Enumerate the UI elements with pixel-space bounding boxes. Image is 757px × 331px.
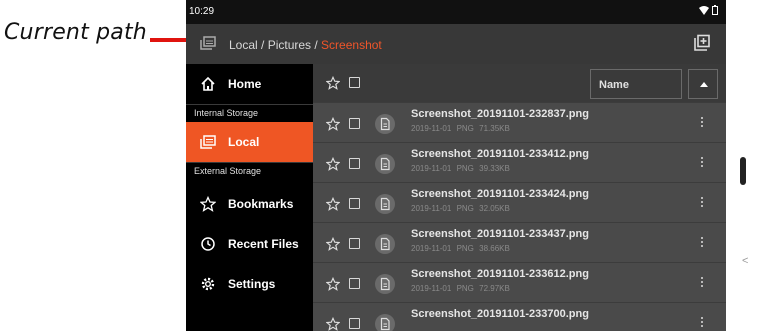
breadcrumb-parent[interactable]: Local / Pictures / xyxy=(229,38,321,52)
row-checkbox[interactable] xyxy=(349,198,360,209)
home-icon xyxy=(201,76,215,91)
file-size: 71.35KB xyxy=(479,124,510,133)
file-name: Screenshot_20191101-233437.png xyxy=(411,228,589,240)
more-vert-icon[interactable] xyxy=(696,157,708,171)
more-vert-icon[interactable] xyxy=(696,197,708,211)
row-checkbox[interactable] xyxy=(349,158,360,169)
file-type: PNG xyxy=(456,284,474,293)
document-icon xyxy=(375,274,395,294)
document-icon xyxy=(375,114,395,134)
clock-icon xyxy=(201,237,215,251)
file-size: 72.97KB xyxy=(479,284,510,293)
file-size: 39.33KB xyxy=(479,164,510,173)
sidebar: Home Internal Storage Local External Sto… xyxy=(186,64,313,331)
annotation-label: Current path xyxy=(4,20,147,45)
path-bar: Local / Pictures / Screenshot xyxy=(186,24,726,64)
star-icon[interactable] xyxy=(326,277,340,291)
row-checkbox[interactable] xyxy=(349,238,360,249)
star-icon[interactable] xyxy=(326,117,340,131)
file-meta: 2019-11-01 PNG 32.05KB xyxy=(411,204,510,213)
star-icon[interactable] xyxy=(326,157,340,171)
wifi-icon xyxy=(699,6,710,15)
annotation-pointer-line xyxy=(150,38,191,42)
star-icon[interactable] xyxy=(326,197,340,211)
status-time: 10:29 xyxy=(189,6,215,17)
tablet-screen: 10:29 Local / Pictures / Screenshot Home… xyxy=(186,0,726,331)
file-type: PNG xyxy=(456,204,474,213)
document-icon xyxy=(375,154,395,174)
file-list-panel: Name Screenshot_20191101-232837.png 2019-… xyxy=(313,64,726,331)
star-icon xyxy=(200,196,216,212)
file-row[interactable]: Screenshot_20191101-233437.png 2019-11-01… xyxy=(313,222,726,262)
more-vert-icon[interactable] xyxy=(696,117,708,131)
sidebar-item-label: Settings xyxy=(228,277,276,291)
file-name: Screenshot_20191101-232837.png xyxy=(411,108,589,120)
file-date: 2019-11-01 xyxy=(411,244,452,253)
row-checkbox[interactable] xyxy=(349,278,360,289)
file-row[interactable]: Screenshot_20191101-233412.png 2019-11-01… xyxy=(313,142,726,182)
sort-field-select[interactable]: Name xyxy=(590,69,682,99)
select-all-checkbox[interactable] xyxy=(349,77,360,88)
file-name: Screenshot_20191101-233700.png xyxy=(411,308,589,320)
gear-icon xyxy=(201,277,215,291)
file-meta: 2019-11-01 PNG 72.97KB xyxy=(411,284,510,293)
file-type: PNG xyxy=(456,124,474,133)
file-meta: 2019-11-01 PNG 39.33KB xyxy=(411,164,510,173)
more-vert-icon[interactable] xyxy=(696,317,708,331)
breadcrumb-current: Screenshot xyxy=(321,38,382,52)
file-name: Screenshot_20191101-233612.png xyxy=(411,268,589,280)
file-row[interactable]: Screenshot_20191101-233700.png xyxy=(313,302,726,331)
star-icon[interactable] xyxy=(326,237,340,251)
sort-direction-button[interactable] xyxy=(688,69,718,99)
file-date: 2019-11-01 xyxy=(411,204,452,213)
add-box-icon[interactable] xyxy=(693,34,711,52)
document-icon xyxy=(375,234,395,254)
sidebar-item-recent-files[interactable]: Recent Files xyxy=(186,224,313,264)
sidebar-item-bookmarks[interactable]: Bookmarks xyxy=(186,184,313,224)
star-icon[interactable] xyxy=(326,317,340,331)
file-date: 2019-11-01 xyxy=(411,164,452,173)
file-row[interactable]: Screenshot_20191101-233424.png 2019-11-01… xyxy=(313,182,726,222)
scroll-handle[interactable] xyxy=(740,157,746,185)
sidebar-item-label: Home xyxy=(228,77,262,91)
file-size: 38.66KB xyxy=(479,244,510,253)
file-meta: 2019-11-01 PNG 71.35KB xyxy=(411,124,510,133)
file-meta: 2019-11-01 PNG 38.66KB xyxy=(411,244,510,253)
sidebar-item-label: Recent Files xyxy=(228,237,299,251)
chevron-left-icon[interactable]: < xyxy=(742,255,748,267)
file-date: 2019-11-01 xyxy=(411,284,452,293)
file-name: Screenshot_20191101-233424.png xyxy=(411,188,589,200)
document-icon xyxy=(375,314,395,331)
more-vert-icon[interactable] xyxy=(696,237,708,251)
sidebar-item-label: Local xyxy=(228,135,260,149)
status-icons xyxy=(699,5,718,18)
section-internal-storage: Internal Storage xyxy=(186,104,313,122)
file-size: 32.05KB xyxy=(479,204,510,213)
file-date: 2019-11-01 xyxy=(411,124,452,133)
document-icon xyxy=(375,194,395,214)
row-checkbox[interactable] xyxy=(349,318,360,329)
section-external-storage: External Storage xyxy=(186,162,313,180)
triangle-up-icon xyxy=(700,82,708,87)
file-row[interactable]: Screenshot_20191101-233612.png 2019-11-01… xyxy=(313,262,726,302)
status-bar: 10:29 xyxy=(186,0,726,24)
folder-stack-icon xyxy=(200,36,216,50)
breadcrumb[interactable]: Local / Pictures / Screenshot xyxy=(229,38,382,52)
folder-stack-icon xyxy=(200,135,216,149)
list-toolbar: Name xyxy=(313,64,726,102)
star-icon[interactable] xyxy=(326,76,340,90)
more-vert-icon[interactable] xyxy=(696,277,708,291)
sidebar-item-local[interactable]: Local xyxy=(186,122,313,162)
sidebar-item-settings[interactable]: Settings xyxy=(186,264,313,304)
file-name: Screenshot_20191101-233412.png xyxy=(411,148,589,160)
sidebar-item-home[interactable]: Home xyxy=(186,64,313,104)
file-type: PNG xyxy=(456,164,474,173)
battery-icon xyxy=(712,5,718,15)
row-checkbox[interactable] xyxy=(349,118,360,129)
file-row[interactable]: Screenshot_20191101-232837.png 2019-11-01… xyxy=(313,102,726,142)
file-type: PNG xyxy=(456,244,474,253)
sidebar-item-label: Bookmarks xyxy=(228,197,294,211)
